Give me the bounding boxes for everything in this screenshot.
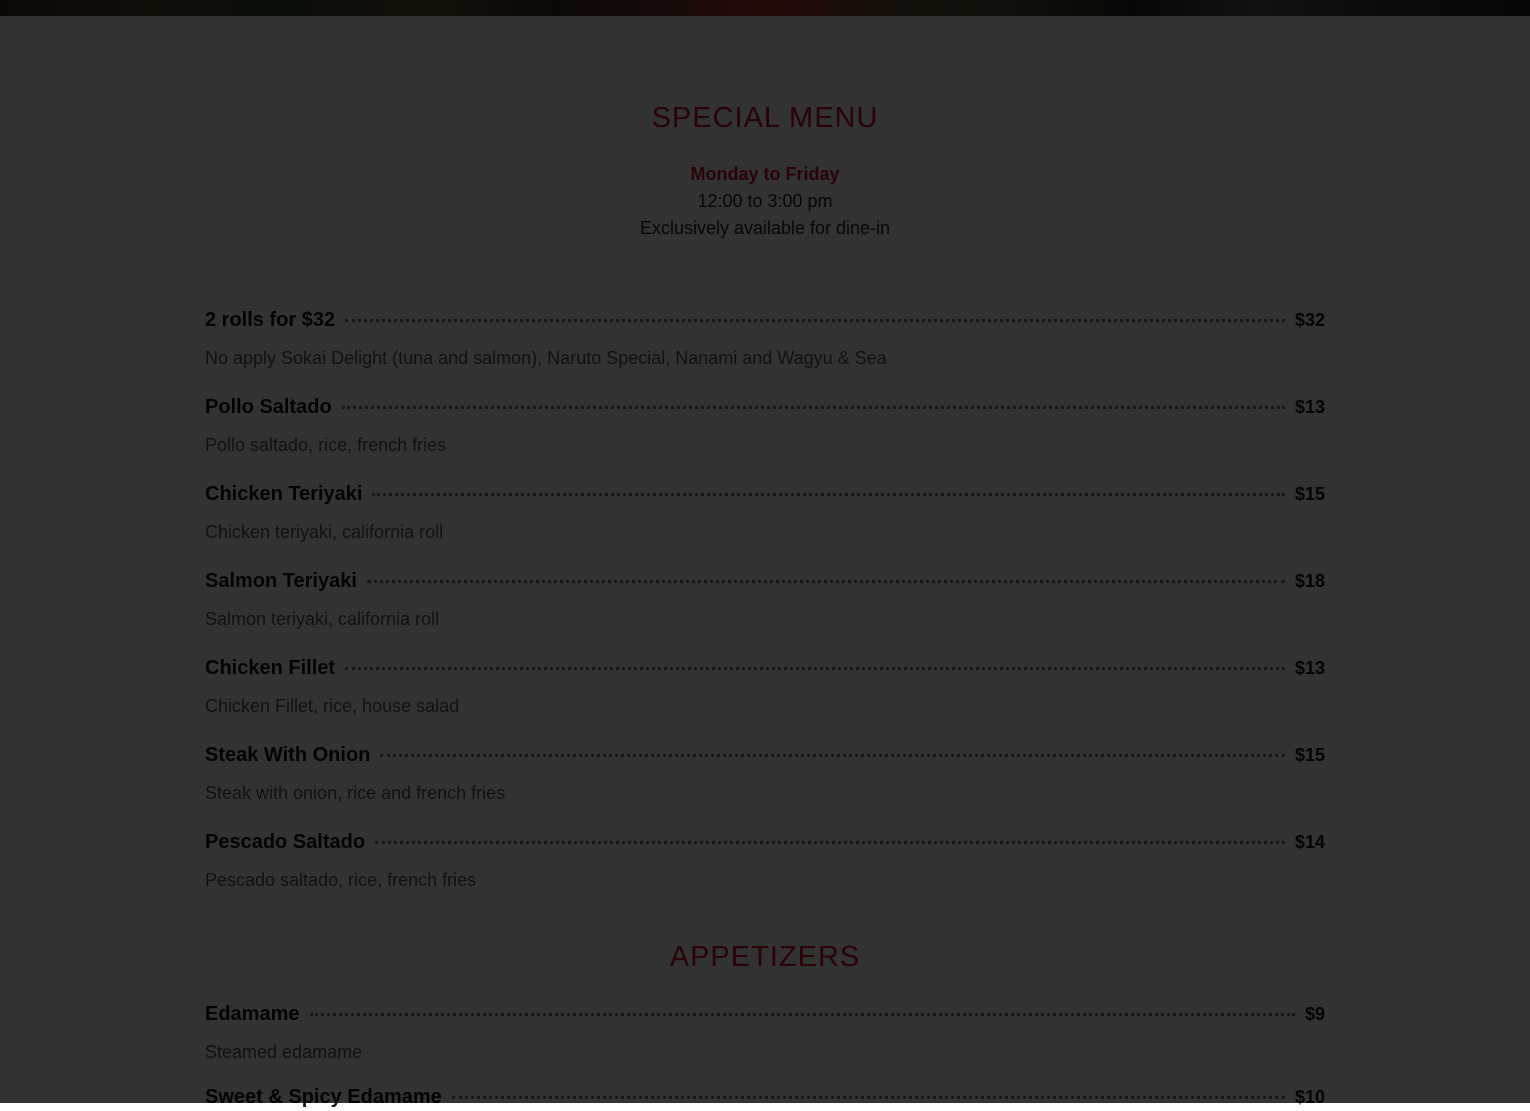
menu-item-name: 2 rolls for $32 (205, 308, 336, 331)
price-leader (345, 318, 1285, 322)
menu-item-description: Pescado saltado, rice, french fries (205, 870, 477, 890)
menu-item-description: Chicken teriyaki, california roll (205, 522, 444, 542)
menu-item-name: Edamame (205, 1002, 300, 1025)
special-hours: 12:00 to 3:00 pm (697, 191, 833, 211)
menu-item-name: Chicken Teriyaki (205, 482, 363, 505)
menu-item: Pescado Saltado $14 (205, 828, 1325, 856)
menu-item: Chicken Fillet $13 (205, 654, 1325, 682)
menu-item-price: $13 (1294, 396, 1325, 417)
price-leader (372, 492, 1285, 496)
menu-item-price: $18 (1294, 570, 1325, 591)
price-leader (345, 666, 1285, 670)
menu-item-price: $10 (1294, 1086, 1325, 1107)
menu-item-price: $13 (1294, 657, 1325, 678)
menu-item: Salmon Teriyaki $18 (205, 567, 1325, 595)
menu-item-price: $9 (1304, 1003, 1325, 1024)
menu-item-price: $14 (1294, 831, 1325, 852)
menu-item: 2 rolls for $32 $32 (205, 306, 1325, 334)
menu-item-name: Salmon Teriyaki (205, 569, 357, 592)
menu-item-description: Salmon teriyaki, california roll (205, 609, 440, 629)
price-leader (451, 1095, 1285, 1099)
menu-item-description: Chicken Fillet, rice, house salad (205, 696, 460, 716)
menu-content: SPECIAL MENU Monday to Friday 12:00 to 3… (0, 16, 1530, 1108)
menu-item-description: Steamed edamame (205, 1042, 363, 1062)
special-menu-title: SPECIAL MENU (651, 102, 879, 134)
special-days: Monday to Friday (690, 164, 840, 184)
menu-item-name: Steak With Onion (205, 743, 371, 766)
menu-item-description: No apply Sokai Delight (tuna and salmon)… (205, 348, 887, 368)
menu-item-price: $15 (1294, 483, 1325, 504)
menu-item-price: $32 (1294, 309, 1325, 330)
menu-item: Edamame $9 (205, 1000, 1325, 1028)
price-leader (366, 579, 1285, 583)
menu-item-description: Steak with onion, rice and french fries (205, 783, 506, 803)
price-leader (380, 753, 1285, 757)
menu-item: Sweet & Spicy Edamame $10 (205, 1083, 1325, 1111)
hero-image-strip (0, 0, 1530, 16)
price-leader (309, 1012, 1295, 1016)
menu-item: Pollo Saltado $13 (205, 393, 1325, 421)
price-leader (375, 840, 1285, 844)
menu-item-name: Sweet & Spicy Edamame (205, 1085, 442, 1108)
menu-item: Steak With Onion $15 (205, 741, 1325, 769)
appetizers-title: APPETIZERS (669, 941, 861, 973)
price-leader (341, 405, 1285, 409)
menu-item-price: $15 (1294, 744, 1325, 765)
menu-item-description: Pollo saltado, rice, french fries (205, 435, 447, 455)
menu-item-name: Chicken Fillet (205, 656, 336, 679)
menu-item: Chicken Teriyaki $15 (205, 480, 1325, 508)
special-note: Exclusively available for dine-in (639, 218, 891, 238)
menu-item-name: Pescado Saltado (205, 830, 366, 853)
menu-item-name: Pollo Saltado (205, 395, 332, 418)
